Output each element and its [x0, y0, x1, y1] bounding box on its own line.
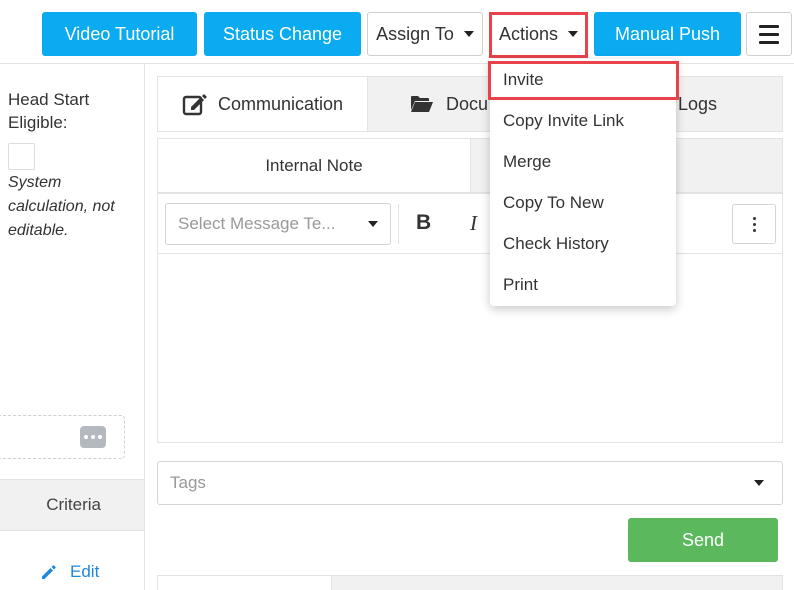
edit-label: Edit [70, 562, 100, 581]
sub-tabs: Internal Note [157, 138, 783, 193]
caret-down-icon [568, 31, 579, 37]
message-bubble-icon[interactable] [80, 426, 106, 448]
send-button[interactable]: Send [628, 518, 778, 562]
menu-item-print[interactable]: Print [490, 264, 676, 305]
tab-communication-label: Communication [217, 93, 344, 114]
bottom-tab-active[interactable] [158, 576, 332, 590]
actions-dropdown[interactable]: Actions [489, 12, 588, 56]
main-tabs: Communication Docu Logs [157, 76, 783, 132]
actions-dropdown-menu: Invite Copy Invite Link Merge Copy To Ne… [490, 59, 676, 306]
bottom-tabs [157, 575, 783, 590]
caret-down-icon [754, 480, 764, 486]
subtab-internal-note[interactable]: Internal Note [158, 139, 471, 192]
folder-open-icon [411, 96, 433, 112]
assign-to-label: Assign To [376, 23, 454, 44]
toolbar-divider [398, 204, 399, 244]
tab-communication[interactable]: Communication [158, 77, 368, 131]
edit-link[interactable]: Edit [40, 562, 99, 582]
pencil-icon [42, 565, 56, 579]
head-start-eligible-checkbox[interactable] [8, 143, 35, 170]
left-panel: Head Start Eligible: System calculation,… [0, 64, 145, 590]
more-options-icon[interactable] [732, 204, 776, 244]
hamburger-icon[interactable] [746, 12, 792, 56]
message-template-select[interactable]: Select Message Te... [165, 203, 391, 245]
caret-down-icon [368, 221, 378, 227]
edit-square-icon [182, 94, 207, 116]
menu-item-merge[interactable]: Merge [490, 141, 676, 182]
criteria-header: Criteria [0, 479, 144, 531]
actions-label: Actions [498, 23, 559, 44]
send-label: Send [681, 529, 725, 550]
message-editor: Select Message Te... B I [157, 193, 783, 443]
manual-push-button[interactable]: Manual Push [594, 12, 741, 56]
head-start-eligible-label: Head Start Eligible: [8, 90, 90, 132]
top-toolbar: Video Tutorial Status Change Assign To A… [0, 0, 794, 64]
tab-logs[interactable]: Logs [678, 94, 717, 115]
bold-button[interactable]: B [416, 211, 431, 235]
editor-toolbar: Select Message Te... B I [158, 194, 782, 254]
assign-to-dropdown[interactable]: Assign To [367, 12, 483, 56]
menu-item-copy-to-new[interactable]: Copy To New [490, 182, 676, 223]
bottom-tab-inactive[interactable] [332, 576, 782, 590]
tab-documents-label: Docu [446, 93, 489, 114]
status-change-button[interactable]: Status Change [204, 12, 361, 56]
italic-button[interactable]: I [470, 211, 477, 236]
menu-item-copy-invite-link[interactable]: Copy Invite Link [490, 100, 676, 141]
tags-select[interactable]: Tags [157, 461, 783, 505]
comment-dropzone[interactable] [0, 415, 125, 459]
message-template-placeholder: Select Message Te... [178, 214, 336, 233]
menu-item-check-history[interactable]: Check History [490, 223, 676, 264]
message-body-area[interactable] [158, 254, 782, 442]
tags-placeholder: Tags [170, 473, 206, 492]
system-calculation-note: System calculation, not editable. [8, 174, 115, 239]
video-tutorial-button[interactable]: Video Tutorial [42, 12, 197, 56]
caret-down-icon [463, 31, 474, 37]
menu-item-invite[interactable]: Invite [490, 59, 676, 100]
internal-note-label: Internal Note [265, 155, 363, 175]
criteria-label: Criteria [46, 495, 101, 514]
